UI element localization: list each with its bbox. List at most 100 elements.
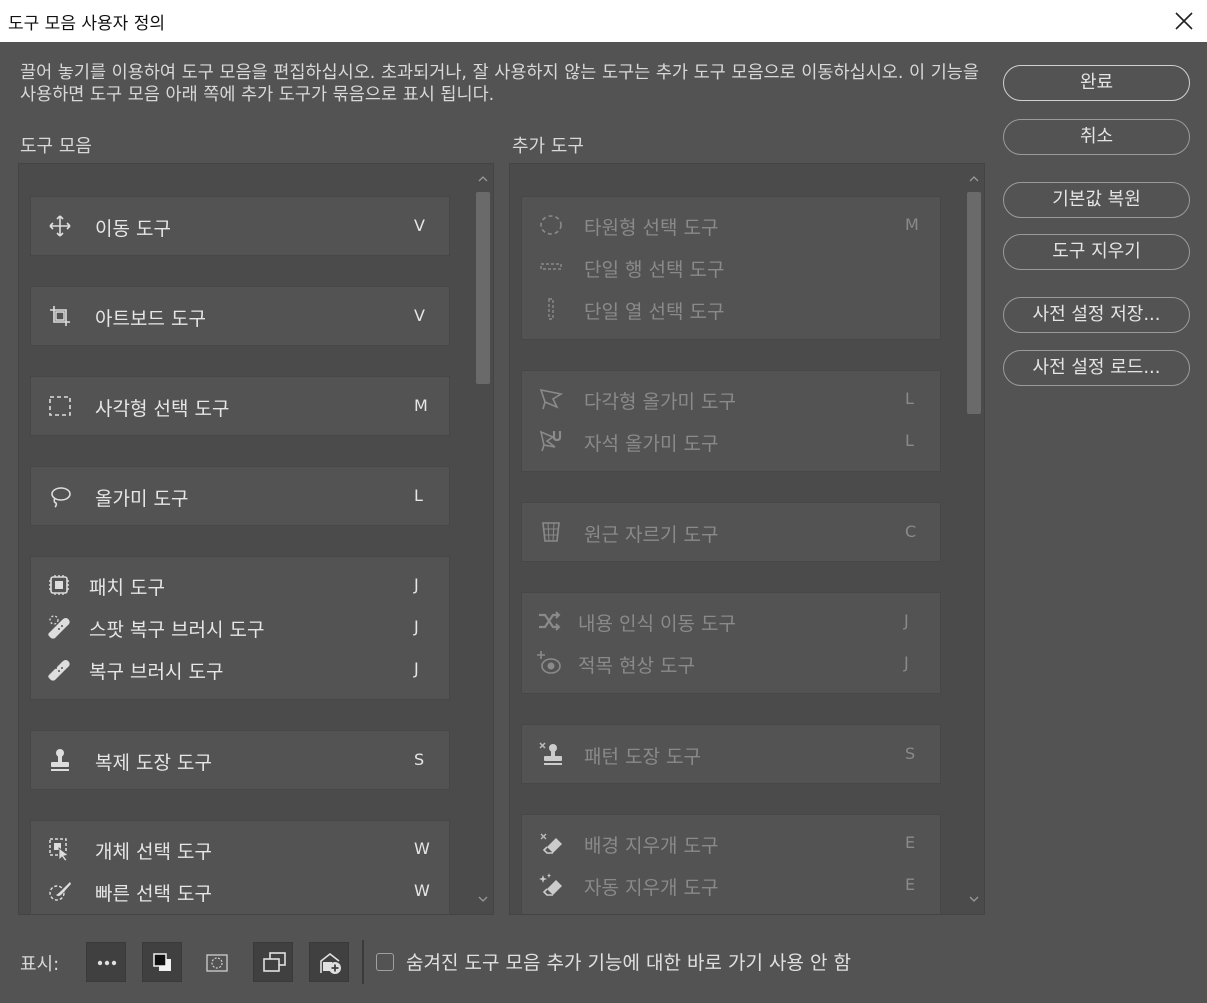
load-preset-button[interactable]: 사전 설정 로드... (1003, 350, 1190, 386)
close-icon[interactable] (1169, 6, 1199, 36)
tool-item[interactable]: 내용 인식 이동 도구 J (522, 600, 940, 642)
ellipse-marquee-icon (540, 215, 562, 235)
fg-bg-color-icon (153, 953, 171, 971)
clear-tools-button[interactable]: 도구 지우기 (1003, 234, 1190, 270)
tool-item[interactable]: 배경 지우개 도구 E (522, 822, 940, 864)
more-button[interactable] (86, 942, 126, 982)
tool-item[interactable]: 패치 도구 J (31, 564, 449, 606)
toolbar-label: 도구 모음 (20, 136, 92, 157)
instructions-text: 끌어 놓기를 이용하여 도구 모음을 편집하십시오. 초과되거나, 잘 사용하지… (20, 63, 979, 105)
tool-label: 적목 현상 도구 (578, 655, 695, 677)
tool-item[interactable]: 아트보드 도구 V (31, 295, 449, 337)
tool-item[interactable]: 단일 행 선택 도구 (522, 246, 940, 288)
tool-group[interactable]: 사각형 선택 도구 M (30, 376, 450, 436)
tool-shortcut: J (904, 611, 909, 630)
tool-item[interactable]: 올가미 도구 L (31, 475, 449, 517)
save-preset-button[interactable]: 사전 설정 저장... (1003, 297, 1190, 333)
magic-eraser-icon (539, 873, 562, 896)
tool-group[interactable]: 패턴 도장 도구 S (521, 724, 941, 784)
tool-label: 이동 도구 (95, 218, 171, 240)
extra-scrollbar[interactable] (964, 164, 984, 914)
tool-group[interactable]: 패치 도구 J 스팟 복구 브러시 도구 J 복구 브러시 도구 J (30, 556, 450, 700)
tool-item[interactable]: 빠른 선택 도구 W (31, 870, 449, 912)
tool-group[interactable]: 올가미 도구 L (30, 466, 450, 526)
perspective-crop-icon (542, 522, 560, 542)
object-select-icon (49, 838, 69, 861)
window-title: 도구 모음 사용자 정의 (8, 14, 165, 34)
pattern-stamp-icon (539, 742, 562, 765)
done-button[interactable]: 완료 (1003, 65, 1190, 101)
tool-label: 배경 지우개 도구 (584, 835, 719, 857)
tool-shortcut: E (905, 875, 916, 894)
edit-toolbar-icon (320, 952, 341, 974)
tool-item[interactable]: 개체 선택 도구 W (31, 828, 449, 870)
tool-item[interactable]: 복제 도장 도구 S (31, 739, 449, 781)
tool-shortcut: E (905, 833, 916, 852)
tool-shortcut: M (905, 215, 919, 234)
tool-label: 패턴 도장 도구 (584, 746, 701, 768)
tool-item[interactable]: 타원형 선택 도구 M (522, 204, 940, 246)
tool-group[interactable]: 원근 자르기 도구 C (521, 502, 941, 562)
tool-group[interactable]: 다각형 올가미 도구 L 자석 올가미 도구 L (521, 370, 941, 472)
screen-mode-button[interactable] (253, 942, 293, 982)
tool-shortcut: V (414, 216, 425, 235)
screen-mode-icon (263, 952, 286, 972)
tool-item[interactable]: 패턴 도장 도구 S (522, 733, 940, 775)
magnetic-lasso-icon (539, 430, 562, 452)
tool-group[interactable]: 배경 지우개 도구 E 자동 지우개 도구 E (521, 814, 941, 914)
red-eye-icon (537, 651, 561, 674)
quick-select-icon (49, 882, 71, 901)
toolbar-scrollbar[interactable] (473, 164, 493, 914)
disable-shortcut-label[interactable]: 숨겨진 도구 모음 추가 기능에 대한 바로 가기 사용 안 함 (406, 948, 851, 975)
healing-brush-icon (48, 660, 70, 681)
tool-shortcut: J (414, 659, 419, 678)
restore-defaults-button[interactable]: 기본값 복원 (1003, 182, 1190, 218)
tool-label: 단일 열 선택 도구 (584, 301, 725, 323)
tool-group[interactable]: 복제 도장 도구 S (30, 730, 450, 790)
tool-shortcut: C (905, 522, 917, 541)
artboard-icon (50, 306, 70, 326)
tool-shortcut: L (905, 389, 914, 408)
tool-item[interactable]: 이동 도구 V (31, 205, 449, 247)
tool-item[interactable]: 원근 자르기 도구 C (522, 511, 940, 553)
content-aware-move-icon (539, 611, 561, 631)
cancel-button[interactable]: 취소 (1003, 119, 1190, 155)
tool-item[interactable]: 다각형 올가미 도구 L (522, 378, 940, 420)
clone-stamp-icon (51, 749, 69, 771)
tool-shortcut: S (414, 750, 425, 769)
tool-label: 복구 브러시 도구 (89, 661, 224, 683)
quick-mask-button[interactable] (196, 942, 236, 982)
tool-group[interactable]: 타원형 선택 도구 M 단일 행 선택 도구 단일 열 선택 도구 (521, 196, 941, 340)
quick-mask-icon (206, 954, 228, 972)
tool-group[interactable]: 아트보드 도구 V (30, 286, 450, 346)
scroll-thumb[interactable] (967, 192, 981, 414)
tool-item[interactable]: 적목 현상 도구 J (522, 642, 940, 684)
tool-shortcut: J (414, 575, 419, 594)
scroll-thumb[interactable] (476, 192, 490, 384)
tool-group[interactable]: 내용 인식 이동 도구 J 적목 현상 도구 J (521, 592, 941, 694)
toolbar-list[interactable]: 이동 도구 V 아트보드 도구 V 사각형 선택 도구 M 올가미 도구 L 패… (18, 163, 494, 915)
tool-group[interactable]: 개체 선택 도구 W 빠른 선택 도구 W (30, 820, 450, 914)
tool-group[interactable]: 이동 도구 V (30, 196, 450, 256)
tool-item[interactable]: 단일 열 선택 도구 (522, 288, 940, 330)
scroll-down-icon[interactable] (477, 894, 489, 904)
scroll-up-icon[interactable] (477, 174, 489, 184)
fg-bg-color-button[interactable] (142, 942, 182, 982)
edit-toolbar-button[interactable] (309, 942, 349, 982)
tool-label: 아트보드 도구 (95, 308, 206, 330)
scroll-up-icon[interactable] (968, 174, 980, 184)
tool-item[interactable]: 사각형 선택 도구 M (31, 385, 449, 427)
extra-tools-list[interactable]: 타원형 선택 도구 M 단일 행 선택 도구 단일 열 선택 도구 다각형 올가… (509, 163, 985, 915)
tool-item[interactable]: 스팟 복구 브러시 도구 J (31, 606, 449, 648)
disable-shortcut-checkbox[interactable] (376, 953, 394, 971)
scroll-down-icon[interactable] (968, 894, 980, 904)
tool-item[interactable]: 자석 올가미 도구 L (522, 420, 940, 462)
tool-shortcut: J (414, 617, 419, 636)
tool-item[interactable]: 자동 지우개 도구 E (522, 864, 940, 906)
tool-shortcut: S (905, 744, 916, 763)
background-eraser-icon (540, 833, 562, 854)
tool-item[interactable]: 복구 브러시 도구 J (31, 648, 449, 690)
spot-healing-icon (48, 615, 70, 639)
tool-shortcut: L (414, 486, 423, 505)
single-column-marquee-icon (548, 298, 554, 320)
